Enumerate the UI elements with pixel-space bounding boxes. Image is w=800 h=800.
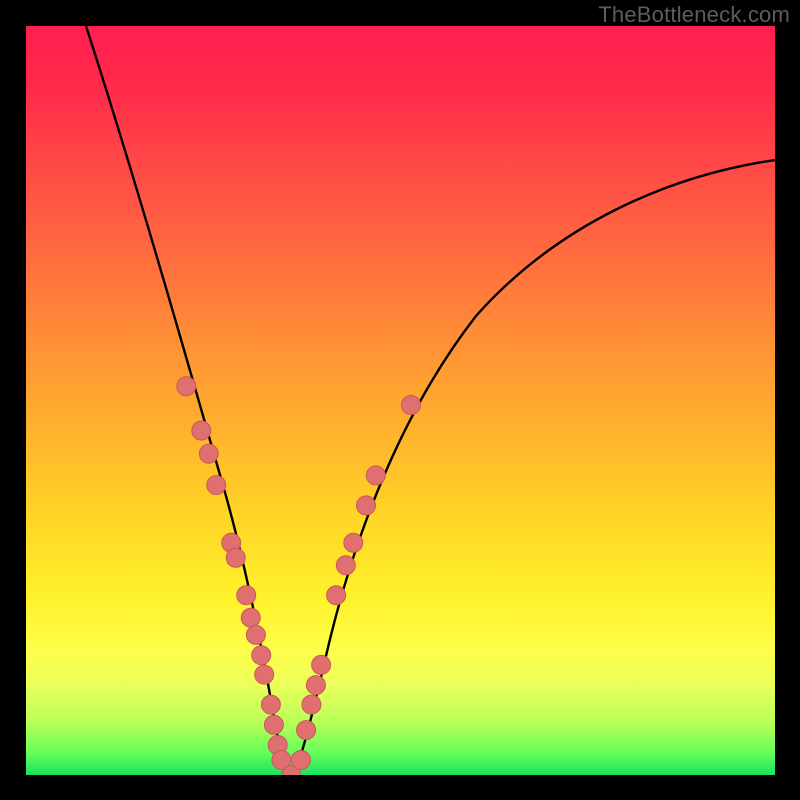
data-marker: [302, 695, 321, 714]
data-marker: [237, 586, 256, 605]
data-marker: [297, 721, 316, 740]
data-marker: [207, 476, 226, 495]
data-marker: [226, 548, 245, 567]
curve-layer: [26, 26, 775, 775]
data-marker: [366, 466, 385, 485]
data-marker: [255, 665, 274, 684]
data-marker: [357, 496, 376, 515]
data-marker: [306, 676, 325, 695]
data-marker: [291, 751, 310, 770]
data-marker: [241, 608, 260, 627]
data-marker: [312, 655, 331, 674]
data-marker: [336, 556, 355, 575]
data-markers: [177, 377, 421, 775]
data-marker: [264, 715, 283, 734]
data-marker: [246, 625, 265, 644]
data-marker: [327, 586, 346, 605]
watermark-text: TheBottleneck.com: [598, 2, 790, 28]
bottleneck-curve: [86, 26, 775, 774]
data-marker: [177, 377, 196, 396]
data-marker: [252, 646, 271, 665]
plot-frame: [26, 26, 775, 775]
data-marker: [199, 444, 218, 463]
data-marker: [192, 421, 211, 440]
data-marker: [402, 396, 421, 415]
data-marker: [344, 533, 363, 552]
data-marker: [261, 695, 280, 714]
